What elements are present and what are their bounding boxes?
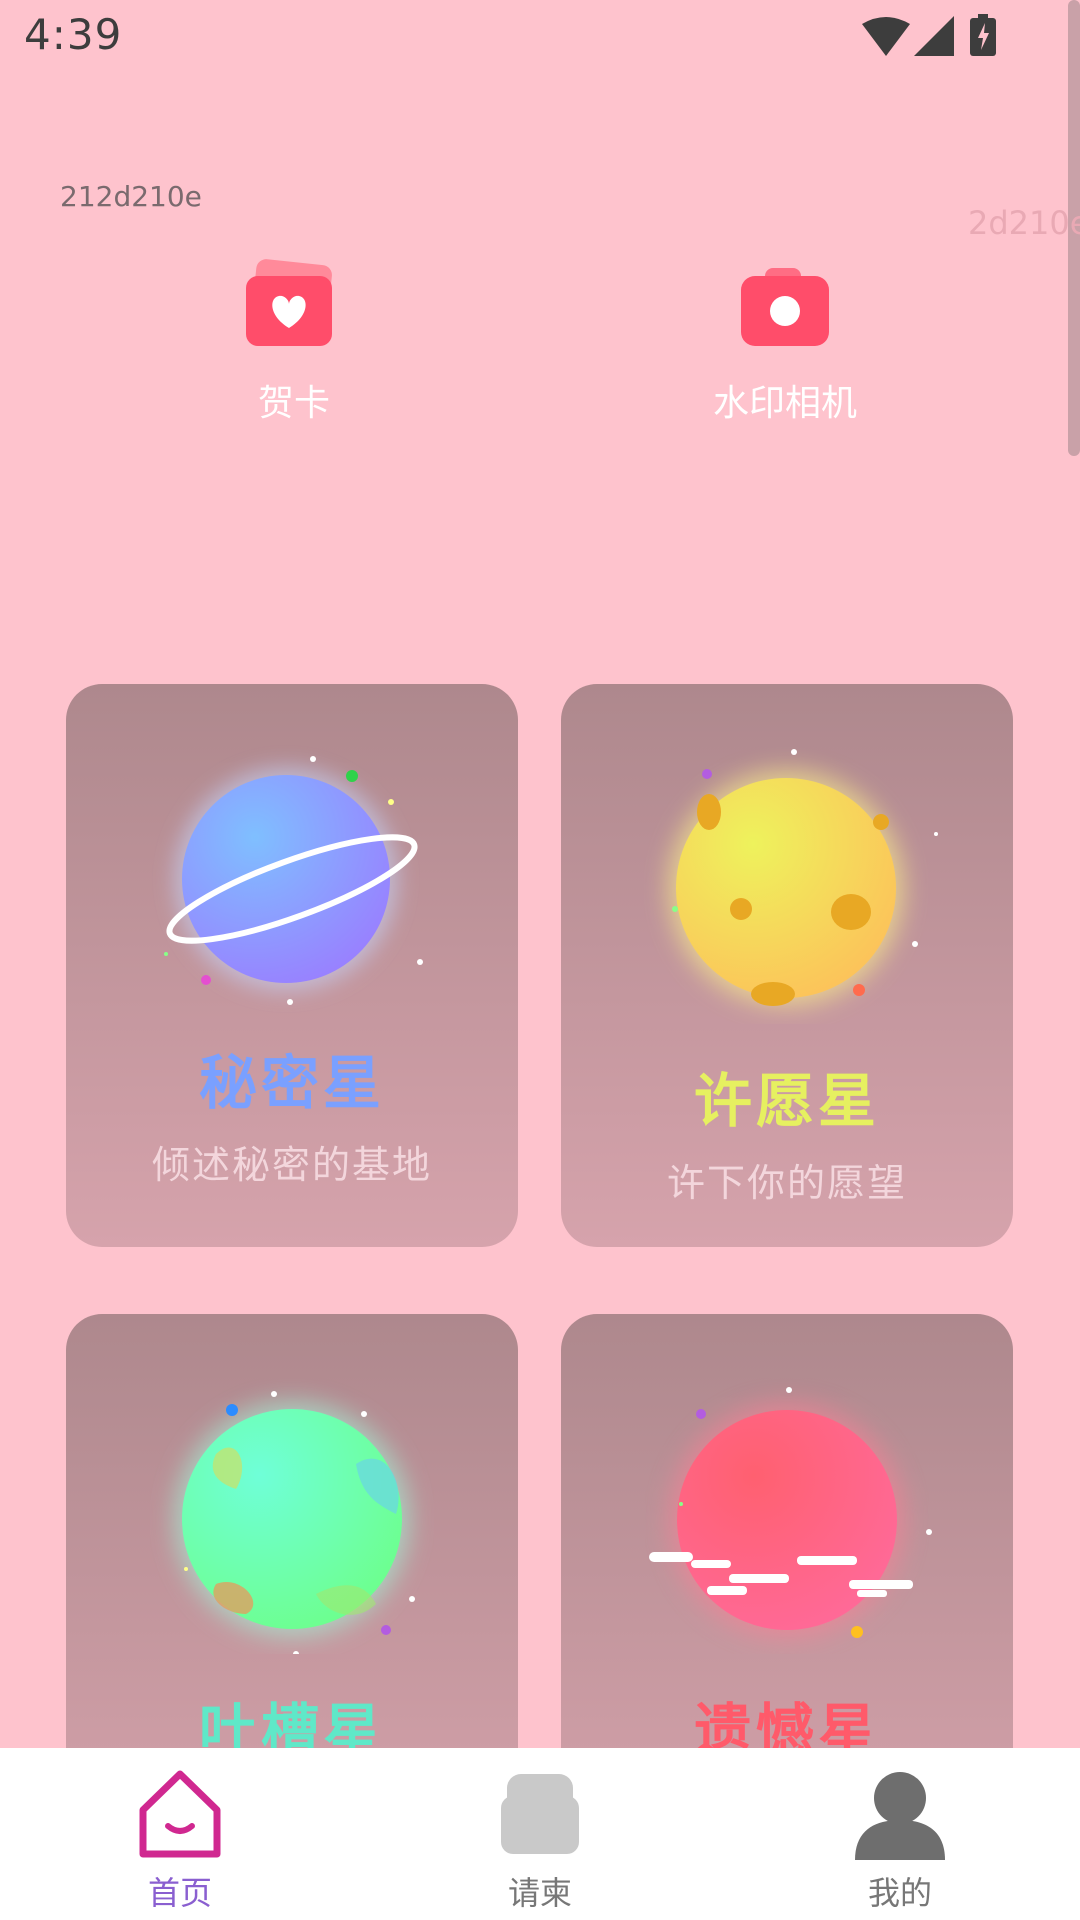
nav-home[interactable]: 首页	[80, 1768, 280, 1914]
user-icon	[855, 1772, 945, 1860]
battery-icon	[970, 14, 996, 56]
bottom-navigation: 首页 请柬 我的	[0, 1748, 1080, 1920]
invitation-icon	[501, 1774, 579, 1854]
device-id-label: 212d210e	[60, 180, 202, 213]
red-planet-icon	[649, 1387, 932, 1638]
watermark-camera-shortcut[interactable]: 水印相机	[655, 256, 915, 426]
device-id-label-overflow: 2d210e	[968, 204, 1080, 242]
greeting-card-shortcut[interactable]: 贺卡	[164, 256, 424, 426]
nav-me[interactable]: 我的	[800, 1768, 1000, 1914]
home-screen: 4:39 212d210e 2d210e 贺卡 水印相机 秘密星 倾述秘密的基地…	[0, 0, 1080, 1920]
yellow-planet-icon	[668, 749, 938, 1006]
planet-card-secret[interactable]: 秘密星 倾述秘密的基地	[66, 684, 518, 1247]
card-subtitle: 倾述秘密的基地	[151, 1143, 432, 1187]
planet-card-wish[interactable]: 许愿星 许下你的愿望	[561, 684, 1013, 1247]
status-time: 4:39	[24, 10, 123, 59]
greeting-card-icon	[246, 259, 332, 346]
card-title: 秘密星	[198, 1049, 385, 1117]
green-planet-icon	[174, 1391, 415, 1654]
blue-planet-icon	[164, 756, 423, 1005]
wifi-icon	[862, 17, 910, 56]
greeting-card-label: 贺卡	[257, 383, 330, 424]
camera-icon	[741, 268, 829, 346]
nav-home-label: 首页	[147, 1874, 212, 1912]
nav-invitation-label: 请柬	[507, 1874, 572, 1912]
home-icon	[139, 1770, 221, 1858]
card-title: 许愿星	[693, 1067, 880, 1135]
signal-icon	[914, 16, 954, 56]
nav-invitation[interactable]: 请柬	[440, 1768, 640, 1914]
watermark-camera-label: 水印相机	[712, 383, 857, 424]
nav-me-label: 我的	[867, 1874, 932, 1912]
card-subtitle: 许下你的愿望	[666, 1161, 907, 1205]
